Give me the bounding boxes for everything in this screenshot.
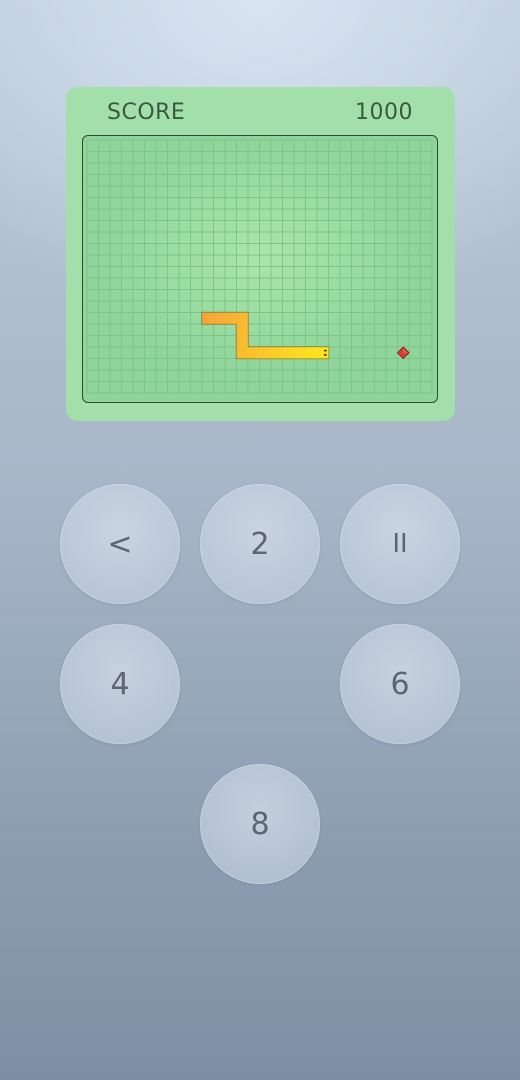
up-button[interactable]: 2 bbox=[200, 484, 320, 604]
score-label: SCORE bbox=[107, 100, 186, 125]
game-board bbox=[82, 135, 438, 403]
left-label: 4 bbox=[110, 666, 130, 702]
down-button[interactable]: 8 bbox=[200, 764, 320, 884]
snake-eye bbox=[324, 349, 327, 352]
score-value: 1000 bbox=[355, 100, 413, 125]
right-label: 6 bbox=[390, 666, 410, 702]
pause-label: II bbox=[392, 529, 408, 559]
snake-eye bbox=[324, 354, 327, 356]
down-label: 8 bbox=[250, 806, 270, 842]
board-canvas bbox=[86, 139, 433, 394]
pause-button[interactable]: II bbox=[340, 484, 460, 604]
back-button[interactable]: < bbox=[60, 484, 180, 604]
back-label: < bbox=[107, 526, 133, 562]
left-button[interactable]: 4 bbox=[60, 624, 180, 744]
up-label: 2 bbox=[250, 526, 270, 562]
right-button[interactable]: 6 bbox=[340, 624, 460, 744]
